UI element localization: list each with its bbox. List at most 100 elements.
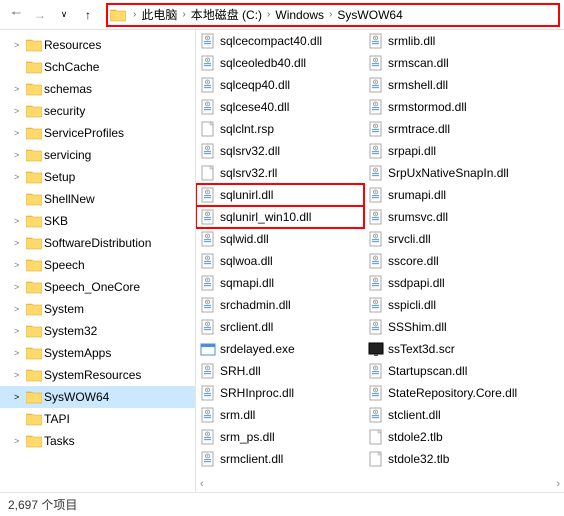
file-item[interactable]: sqlsrv32.rll — [196, 162, 364, 184]
breadcrumb-item[interactable]: 本地磁盘 (C:) — [189, 6, 264, 23]
tree-item-syswow64[interactable]: >SysWOW64 — [0, 386, 195, 408]
file-label: sqlunirl_win10.dll — [220, 210, 311, 224]
file-item[interactable]: sspicli.dll — [364, 294, 532, 316]
file-item[interactable]: SRHInproc.dll — [196, 382, 364, 404]
file-item[interactable]: sqlunirl_win10.dll — [196, 206, 364, 228]
file-item[interactable]: sqlcecompact40.dll — [196, 30, 364, 52]
file-item[interactable]: stdole2.tlb — [364, 426, 532, 448]
scroll-right-icon[interactable]: › — [556, 478, 560, 490]
file-item[interactable]: srdelayed.exe — [196, 338, 364, 360]
tree-item-schemas[interactable]: >schemas — [0, 78, 195, 100]
dll-icon — [368, 297, 384, 313]
scroll-left-icon[interactable]: ‹ — [200, 478, 204, 490]
tree-item-speech_onecore[interactable]: >Speech_OneCore — [0, 276, 195, 298]
breadcrumb-item[interactable]: Windows — [273, 8, 326, 22]
tree-item-label: SystemApps — [44, 346, 111, 360]
file-item[interactable]: srmtrace.dll — [364, 118, 532, 140]
dll-icon — [200, 209, 216, 225]
file-item[interactable]: sqlceqp40.dll — [196, 74, 364, 96]
file-label: sqlceoledb40.dll — [220, 56, 306, 70]
back-button[interactable]: 🠔 — [4, 3, 28, 27]
tree-item-schcache[interactable]: SchCache — [0, 56, 195, 78]
chevron-right-icon: > — [14, 282, 24, 292]
dll-icon — [200, 407, 216, 423]
file-item[interactable]: sscore.dll — [364, 250, 532, 272]
tree-item-speech[interactable]: >Speech — [0, 254, 195, 276]
file-item[interactable]: stclient.dll — [364, 404, 532, 426]
dll-icon — [200, 33, 216, 49]
folder-icon — [26, 434, 42, 448]
breadcrumb[interactable]: › 此电脑 › 本地磁盘 (C:) › Windows › SysWOW64 — [106, 3, 560, 27]
folder-icon — [26, 192, 42, 206]
file-icon — [200, 165, 216, 181]
file-item[interactable]: sqlunirl.dll — [196, 184, 364, 206]
file-item[interactable]: srchadmin.dll — [196, 294, 364, 316]
recent-dropdown[interactable]: ∨ — [52, 3, 76, 27]
file-item[interactable]: stdole32.tlb — [364, 448, 532, 470]
forward-button[interactable]: → — [28, 3, 52, 27]
file-item[interactable]: sqlceoledb40.dll — [196, 52, 364, 74]
file-label: sqlceqp40.dll — [220, 78, 290, 92]
folder-icon — [26, 126, 42, 140]
tree-item-shellnew[interactable]: ShellNew — [0, 188, 195, 210]
toolbar: 🠔 → ∨ ↑ › 此电脑 › 本地磁盘 (C:) › Windows › Sy… — [0, 0, 564, 30]
file-item[interactable]: srmscan.dll — [364, 52, 532, 74]
tree-item-tasks[interactable]: >Tasks — [0, 430, 195, 452]
dll-icon — [200, 363, 216, 379]
file-item[interactable]: SrpUxNativeSnapIn.dll — [364, 162, 532, 184]
file-item[interactable]: srpapi.dll — [364, 140, 532, 162]
tree-item-skb[interactable]: >SKB — [0, 210, 195, 232]
file-item[interactable]: srmlib.dll — [364, 30, 532, 52]
file-item[interactable]: sqlcese40.dll — [196, 96, 364, 118]
file-item[interactable]: sqmapi.dll — [196, 272, 364, 294]
up-button[interactable]: ↑ — [76, 3, 100, 27]
tree-item-tapi[interactable]: TAPI — [0, 408, 195, 430]
file-label: sqlsrv32.dll — [220, 144, 280, 158]
file-item[interactable]: sqlwoa.dll — [196, 250, 364, 272]
tree-item-servicing[interactable]: >servicing — [0, 144, 195, 166]
file-item[interactable]: Startupscan.dll — [364, 360, 532, 382]
file-item[interactable]: StateRepository.Core.dll — [364, 382, 532, 404]
tree-item-systemresources[interactable]: >SystemResources — [0, 364, 195, 386]
breadcrumb-item[interactable]: SysWOW64 — [335, 8, 404, 22]
file-item[interactable]: sqlsrv32.dll — [196, 140, 364, 162]
file-label: sspicli.dll — [388, 298, 436, 312]
tree-item-resources[interactable]: >Resources — [0, 34, 195, 56]
file-item[interactable]: srmclient.dll — [196, 448, 364, 470]
tree-item-system[interactable]: >System — [0, 298, 195, 320]
file-item[interactable]: sqlwid.dll — [196, 228, 364, 250]
file-item[interactable]: srumapi.dll — [364, 184, 532, 206]
file-label: SRH.dll — [220, 364, 261, 378]
folder-tree[interactable]: >ResourcesSchCache>schemas>security>Serv… — [0, 30, 196, 492]
file-item[interactable]: srvcli.dll — [364, 228, 532, 250]
file-label: sqlcese40.dll — [220, 100, 289, 114]
dll-icon — [200, 231, 216, 247]
exe-icon — [200, 341, 216, 357]
tree-item-security[interactable]: >security — [0, 100, 195, 122]
file-item[interactable]: srm_ps.dll — [196, 426, 364, 448]
file-item[interactable]: srclient.dll — [196, 316, 364, 338]
file-item[interactable]: srmstormod.dll — [364, 96, 532, 118]
file-label: ssText3d.scr — [388, 342, 455, 356]
breadcrumb-item[interactable]: 此电脑 — [139, 6, 179, 23]
dll-icon — [200, 429, 216, 445]
file-item[interactable]: srmshell.dll — [364, 74, 532, 96]
file-item[interactable]: SSShim.dll — [364, 316, 532, 338]
file-item[interactable]: SRH.dll — [196, 360, 364, 382]
tree-item-system32[interactable]: >System32 — [0, 320, 195, 342]
file-item[interactable]: srm.dll — [196, 404, 364, 426]
tree-item-serviceprofiles[interactable]: >ServiceProfiles — [0, 122, 195, 144]
file-item[interactable]: ssdpapi.dll — [364, 272, 532, 294]
file-label: sqlcecompact40.dll — [220, 34, 322, 48]
dll-icon — [368, 319, 384, 335]
dll-icon — [368, 363, 384, 379]
tree-item-setup[interactable]: >Setup — [0, 166, 195, 188]
file-item[interactable]: ssText3d.scr — [364, 338, 532, 360]
tree-item-label: Speech — [44, 258, 85, 272]
file-label: Startupscan.dll — [388, 364, 467, 378]
file-item[interactable]: srumsvc.dll — [364, 206, 532, 228]
dll-icon — [200, 297, 216, 313]
file-item[interactable]: sqlclnt.rsp — [196, 118, 364, 140]
tree-item-systemapps[interactable]: >SystemApps — [0, 342, 195, 364]
tree-item-softwaredistribution[interactable]: >SoftwareDistribution — [0, 232, 195, 254]
